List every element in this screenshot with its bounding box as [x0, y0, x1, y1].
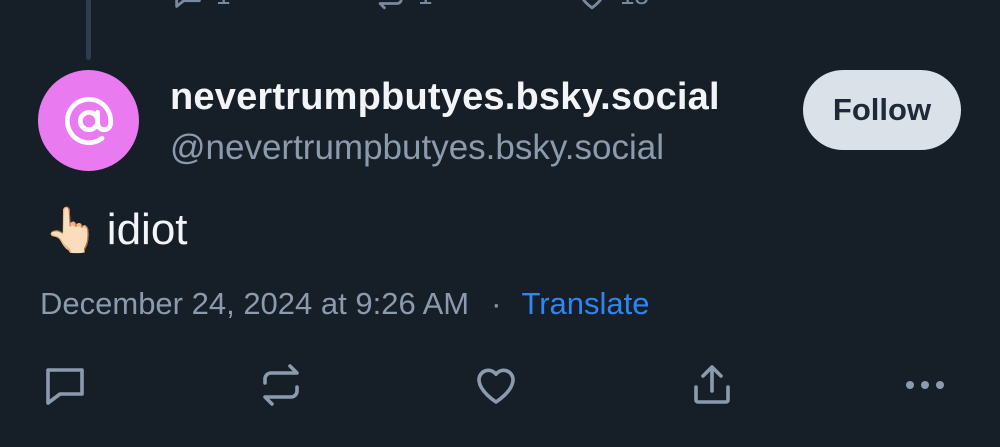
post-text: 👆🏻 idiot: [44, 204, 188, 256]
share-icon: [694, 365, 730, 404]
author-handle[interactable]: @nevertrumpbutyes.bsky.social: [170, 128, 664, 168]
previous-like-count: 15: [620, 0, 649, 11]
like-icon: [477, 368, 515, 404]
post-timestamp: December 24, 2024 at 9:26 AM: [40, 286, 470, 321]
author-display-name[interactable]: nevertrumpbutyes.bsky.social: [170, 76, 720, 119]
post-text-content: idiot: [106, 205, 188, 254]
at-sign-icon: [64, 96, 113, 145]
follow-button[interactable]: Follow: [803, 70, 961, 150]
previous-like-button[interactable]: 15: [574, 0, 649, 12]
post-meta: December 24, 2024 at 9:26 AM · Translate: [40, 286, 650, 322]
post-view: 1 1 15 nevertrumpbutyes.bsky.social @nev…: [0, 0, 1000, 447]
more-options-button[interactable]: [901, 361, 949, 409]
repost-icon: [378, 0, 403, 10]
like-button[interactable]: [472, 361, 520, 409]
like-icon: [582, 0, 602, 10]
previous-repost-count: 1: [418, 0, 432, 11]
share-button[interactable]: [688, 361, 736, 409]
pointing-up-emoji: 👆🏻: [44, 206, 99, 255]
meta-separator: ·: [491, 286, 502, 321]
thread-connector-line: [86, 0, 91, 60]
avatar[interactable]: [38, 70, 139, 171]
previous-reply-button[interactable]: 1: [170, 0, 230, 12]
repost-icon: [263, 364, 299, 406]
translate-link[interactable]: Translate: [521, 286, 649, 322]
reply-button[interactable]: [41, 361, 89, 409]
more-icon: [906, 381, 944, 389]
repost-button[interactable]: [257, 361, 305, 409]
previous-reply-count: 1: [216, 0, 230, 11]
previous-repost-button[interactable]: 1: [372, 0, 432, 12]
reply-icon: [175, 0, 201, 8]
previous-post-actions: 1 1 15: [0, 0, 1000, 12]
reply-icon: [46, 368, 84, 405]
